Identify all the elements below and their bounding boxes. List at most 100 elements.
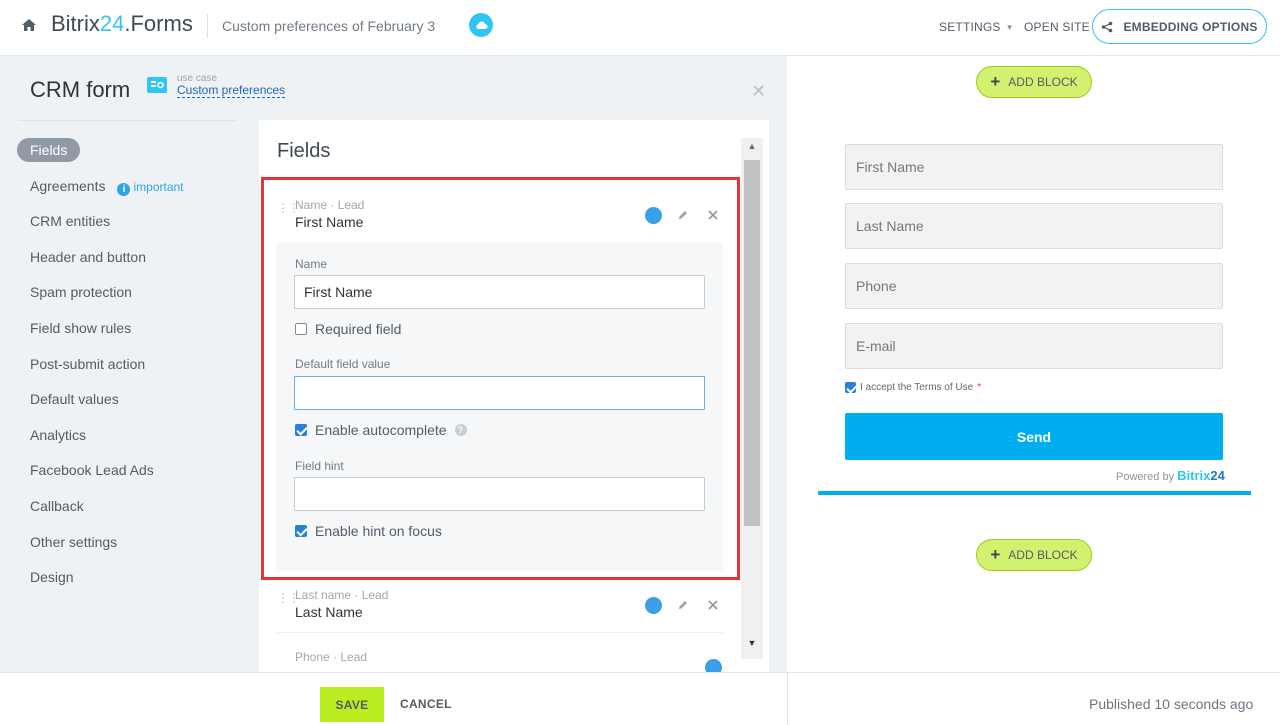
preview-terms-checkbox[interactable]: I accept the Terms of Use * xyxy=(845,382,981,393)
sidebar-item-label: Analytics xyxy=(30,426,87,443)
sidebar-item-agreements[interactable]: Agreements i important xyxy=(17,174,242,210)
brand-logo[interactable]: Bitrix24.Forms xyxy=(51,11,193,37)
sidebar-item-field-show-rules[interactable]: Field show rules xyxy=(17,316,242,352)
name-label: Name xyxy=(295,257,328,271)
edit-icon[interactable] xyxy=(674,596,692,614)
sidebar-item-analytics[interactable]: Analytics xyxy=(17,423,242,459)
bottom-divider xyxy=(787,673,788,725)
field-row-first-name[interactable]: ⋮⋮ Name · Lead First Name xyxy=(277,180,722,236)
settings-menu[interactable]: SETTINGS ▼ xyxy=(939,20,1014,34)
chevron-down-icon: ▼ xyxy=(1005,23,1014,32)
field-hint-label: Field hint xyxy=(295,459,344,473)
sidebar-item-other-settings[interactable]: Other settings xyxy=(17,530,242,566)
crm-link-icon[interactable] xyxy=(644,206,662,224)
scroll-thumb[interactable] xyxy=(744,160,760,526)
add-block-label: ADD BLOCK xyxy=(1008,75,1078,89)
embedding-options-button[interactable]: EMBEDDING OPTIONS xyxy=(1092,9,1267,44)
header-divider xyxy=(207,14,208,38)
field-row-last-name[interactable]: ⋮⋮ Last name · Lead Last Name xyxy=(277,570,722,626)
brand-number: 24 xyxy=(99,11,125,36)
sidebar-item-label: Other settings xyxy=(30,533,118,550)
checkbox-checked[interactable] xyxy=(295,525,307,537)
sidebar-item-fields[interactable]: Fields xyxy=(17,138,242,174)
checkbox-checked[interactable] xyxy=(845,382,856,393)
powered-by[interactable]: Powered by Bitrix24 xyxy=(1116,468,1225,483)
autocomplete-checkbox[interactable]: Enable autocomplete ? xyxy=(295,422,467,438)
cloud-icon[interactable] xyxy=(469,13,493,37)
powered-by-logo: Bitrix24 xyxy=(1177,468,1225,483)
autocomplete-label: Enable autocomplete xyxy=(315,422,447,438)
remove-icon[interactable] xyxy=(704,596,722,614)
close-icon[interactable]: ✕ xyxy=(751,81,766,102)
required-label: Required field xyxy=(315,321,402,337)
fields-card: Fields ⋮⋮ Name · Lead First Name Name Re… xyxy=(259,120,769,672)
form-title: Custom preferences of February 3 xyxy=(222,18,436,34)
sidebar-item-design[interactable]: Design xyxy=(17,565,242,601)
hint-on-focus-label: Enable hint on focus xyxy=(315,523,442,539)
scroll-up-icon[interactable]: ▲ xyxy=(741,141,763,151)
home-icon[interactable] xyxy=(20,16,38,34)
name-input[interactable] xyxy=(294,275,705,309)
add-block-button-top[interactable]: + ADD BLOCK xyxy=(976,66,1092,98)
help-icon[interactable]: ? xyxy=(454,424,467,436)
sidebar-item-label: Header and button xyxy=(30,248,146,265)
field-name-label: First Name xyxy=(295,214,364,230)
important-badge[interactable]: i important xyxy=(117,179,184,196)
sidebar-item-label: Fields xyxy=(17,138,81,162)
remove-icon[interactable] xyxy=(704,206,722,224)
field-editor: Name Required field Default field value … xyxy=(276,243,723,571)
crm-link-icon[interactable] xyxy=(704,658,722,672)
default-value-label: Default field value xyxy=(295,357,391,371)
powered-number: 24 xyxy=(1210,468,1225,483)
preview-block-divider xyxy=(818,491,1251,495)
preview-phone-input[interactable]: Phone xyxy=(845,263,1223,309)
preview-last-name-input[interactable]: Last Name xyxy=(845,203,1223,249)
terms-label: I accept the Terms of Use xyxy=(860,382,974,393)
sidebar-item-crm-entities[interactable]: CRM entities xyxy=(17,209,242,245)
field-entity-label: Last name · Lead xyxy=(295,588,389,602)
brand-name: Bitrix xyxy=(51,11,100,36)
hint-on-focus-checkbox[interactable]: Enable hint on focus xyxy=(295,523,442,539)
checkbox-checked[interactable] xyxy=(295,424,307,436)
field-hint-input[interactable] xyxy=(294,477,705,511)
edit-icon[interactable] xyxy=(674,206,692,224)
sidebar-item-label: Design xyxy=(30,569,74,586)
plus-icon: + xyxy=(990,72,1001,91)
sidebar-item-callback[interactable]: Callback xyxy=(17,494,242,530)
save-button[interactable]: SAVE xyxy=(320,687,384,722)
sidebar-item-header-and-button[interactable]: Header and button xyxy=(17,245,242,281)
sidebar-item-default-values[interactable]: Default values xyxy=(17,387,242,423)
brand-suffix: .Forms xyxy=(124,11,193,36)
add-block-label: ADD BLOCK xyxy=(1008,548,1078,562)
panel-title: CRM form xyxy=(30,77,131,102)
important-label: important xyxy=(133,179,184,194)
top-bar: Bitrix24.Forms Custom preferences of Feb… xyxy=(0,0,1280,56)
cancel-button[interactable]: CANCEL xyxy=(400,697,452,711)
preview-first-name-input[interactable]: First Name xyxy=(845,144,1223,190)
required-field-checkbox[interactable]: Required field xyxy=(295,321,401,337)
checkbox-unchecked[interactable] xyxy=(295,323,307,335)
preview-send-button[interactable]: Send xyxy=(845,413,1223,460)
sidebar-item-spam-protection[interactable]: Spam protection xyxy=(17,280,242,316)
sidebar-item-facebook-lead-ads[interactable]: Facebook Lead Ads xyxy=(17,458,242,494)
crm-link-icon[interactable] xyxy=(644,596,662,614)
plus-icon: + xyxy=(990,545,1001,564)
field-row-phone[interactable]: Phone · Lead xyxy=(277,632,722,672)
bottom-bar: SAVE CANCEL Published 10 seconds ago xyxy=(0,672,1280,725)
scroll-down-icon[interactable]: ▼ xyxy=(741,638,763,648)
field-actions xyxy=(644,596,722,614)
sidebar-item-post-submit-action[interactable]: Post-submit action xyxy=(17,352,242,388)
preview-email-input[interactable]: E-mail xyxy=(845,323,1223,369)
default-value-input[interactable] xyxy=(294,376,705,410)
open-site-link[interactable]: OPEN SITE xyxy=(1024,20,1090,34)
sidebar-divider xyxy=(18,120,236,121)
fields-scrollbar[interactable]: ▲ ▼ xyxy=(741,138,763,659)
share-icon xyxy=(1102,21,1113,32)
sidebar-item-label: Spam protection xyxy=(30,284,132,301)
sidebar-item-label: Facebook Lead Ads xyxy=(30,462,154,479)
use-case-link[interactable]: Custom preferences xyxy=(177,84,286,98)
fields-heading: Fields xyxy=(277,140,331,162)
field-entity-label: Name · Lead xyxy=(295,198,365,212)
published-status: Published 10 seconds ago xyxy=(1089,696,1254,712)
add-block-button-bottom[interactable]: + ADD BLOCK xyxy=(976,539,1092,571)
